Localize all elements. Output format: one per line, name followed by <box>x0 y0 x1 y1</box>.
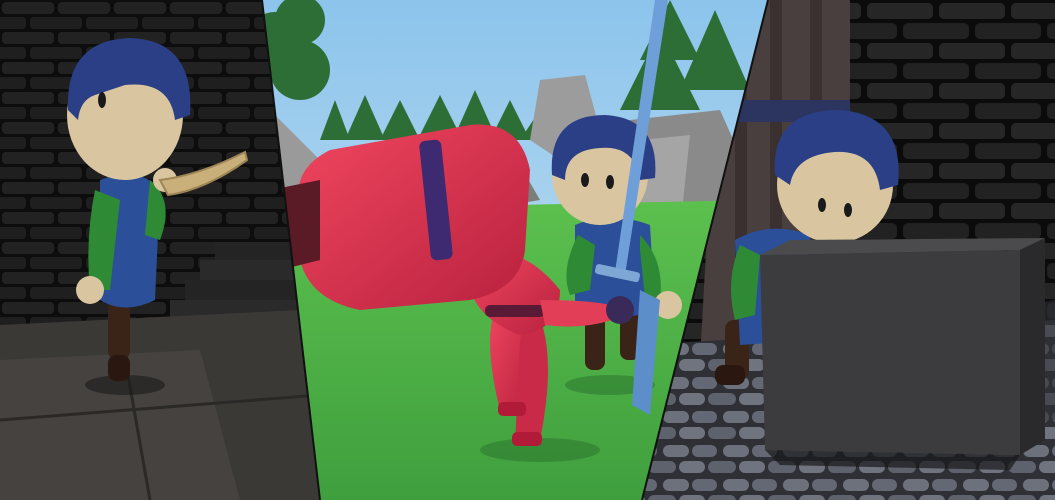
stone-crate <box>760 238 1045 470</box>
game-collage <box>0 0 1055 500</box>
panel-left-dungeon <box>0 0 1055 500</box>
